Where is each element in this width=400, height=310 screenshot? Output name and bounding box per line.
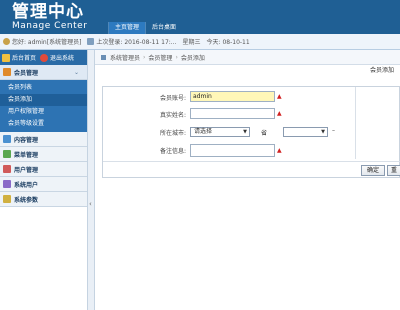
system-user-icon [3, 180, 11, 188]
breadcrumb-icon [101, 54, 106, 60]
realname-label: 真实姓名: [159, 112, 186, 119]
menu-group-members[interactable]: 会员管理 ⌄ [0, 65, 87, 80]
submenu-members: 会员列表 会员添加 用户权限管理 会员等级设置 [0, 80, 87, 132]
province-select-value: 请选择 [194, 128, 213, 135]
breadcrumb-item: 会员添加 [180, 54, 205, 62]
menu-group-system-users[interactable]: 系统用户 [0, 177, 87, 192]
members-icon [3, 68, 11, 76]
chevron-down-icon: ⌄ [73, 68, 79, 76]
status-week: 星期三 [182, 39, 201, 46]
menu-group-users[interactable]: 用户管理 [0, 162, 87, 177]
form-row-remark: 备注信息: ▲ [103, 141, 400, 159]
home-icon [2, 53, 10, 62]
menu-group-system-params[interactable]: 系统参数 [0, 192, 87, 207]
sidebar-collapse-bar[interactable]: ‹ [87, 50, 95, 310]
status-last-login: 上次登录: 2016-08-11 17:... [87, 37, 177, 46]
username-input[interactable] [190, 91, 275, 102]
brand-title-en: Manage Center [12, 21, 88, 31]
brand-logo: 管理中心 Manage Center [12, 3, 87, 31]
content-icon [3, 135, 11, 143]
member-form: 会员账号: ▲ 真实姓名: ▲ 所在城市: 请选择 ▼ 省 ▼ – 备注信息: [102, 86, 400, 178]
menu-group-label: 系统用户 [14, 181, 39, 189]
quick-bar: 后台首页 退出系统 [0, 50, 87, 65]
province-suffix: 省 [261, 130, 268, 137]
remark-label: 备注信息: [159, 148, 186, 155]
menu-group-label: 系统参数 [14, 196, 39, 204]
menu-icon [3, 150, 11, 158]
status-today: 今天: 08-10-11 [206, 39, 250, 46]
user-icon [3, 38, 10, 45]
menu-group-menus[interactable]: 菜单管理 [0, 147, 87, 162]
users-icon [3, 165, 11, 173]
breadcrumb-item[interactable]: 会员管理 [148, 53, 172, 62]
city-select[interactable]: ▼ [283, 127, 328, 137]
settings-icon [3, 195, 11, 203]
realname-input[interactable] [190, 108, 275, 119]
breadcrumb-item[interactable]: 系统管理员 [110, 53, 140, 62]
menu-group-label: 用户管理 [14, 166, 39, 174]
form-row-region: 所在城市: 请选择 ▼ 省 ▼ – [103, 123, 400, 141]
chevron-down-icon: ▼ [321, 129, 325, 135]
sidebar-item-member-add[interactable]: 会员添加 [0, 94, 87, 106]
menu-group-label: 会员管理 [14, 69, 39, 77]
top-nav-desktop[interactable]: 后台桌面 [145, 22, 182, 34]
calendar-icon [87, 38, 95, 45]
required-marker: ▲ [277, 110, 282, 117]
top-nav-home[interactable]: 主页管理 [108, 22, 146, 34]
submit-button[interactable]: 确定 [361, 165, 386, 176]
breadcrumb-separator: › [175, 53, 178, 61]
home-button-label: 后台首页 [12, 55, 37, 62]
sidebar-item-member-levels[interactable]: 会员等级设置 [0, 118, 87, 130]
top-nav: 主页管理 后台桌面 [108, 22, 182, 34]
form-row-username: 会员账号: ▲ [103, 88, 400, 106]
chevron-down-icon: ▼ [243, 129, 247, 135]
reset-button[interactable]: 重置 [387, 165, 400, 176]
chevron-left-icon: ‹ [89, 200, 92, 208]
region-label: 所在城市: [159, 130, 186, 137]
status-user: 您好: admin[系统管理员] [3, 37, 81, 46]
region-dash: – [332, 127, 335, 134]
required-marker: ▲ [277, 93, 282, 100]
logout-button-label: 退出系统 [50, 55, 75, 62]
main-content: 系统管理员 › 会员管理 › 会员添加 会员添加 会员账号: ▲ 真实姓名: ▲… [95, 50, 400, 310]
sidebar-item-member-list[interactable]: 会员列表 [0, 82, 87, 94]
menu-group-content[interactable]: 内容管理 [0, 132, 87, 147]
menu-group-label: 菜单管理 [14, 151, 39, 159]
breadcrumb-separator: › [143, 53, 146, 61]
brand-title-cn: 管理中心 [12, 2, 84, 22]
app-header: 管理中心 Manage Center 主页管理 后台桌面 [0, 0, 400, 34]
status-user-text: 您好: admin[系统管理员] [12, 39, 82, 46]
logout-button[interactable]: 退出系统 [40, 53, 74, 62]
status-bar: 您好: admin[系统管理员] 上次登录: 2016-08-11 17:...… [0, 34, 400, 50]
exit-icon [40, 53, 49, 62]
sidebar-item-permissions[interactable]: 用户权限管理 [0, 106, 87, 118]
form-row-realname: 真实姓名: ▲ [103, 105, 400, 123]
home-button[interactable]: 后台首页 [2, 53, 36, 62]
menu-group-label: 内容管理 [14, 136, 39, 144]
breadcrumb: 系统管理员 › 会员管理 › 会员添加 [95, 50, 400, 65]
username-label: 会员账号: [159, 95, 186, 102]
status-last-login-text: 上次登录: 2016-08-11 17:... [96, 39, 177, 46]
form-actions: 确定 重置 [103, 161, 400, 179]
province-select[interactable]: 请选择 ▼ [190, 127, 250, 137]
remark-input[interactable] [190, 144, 275, 157]
required-marker: ▲ [277, 147, 282, 154]
sidebar: 后台首页 退出系统 会员管理 ⌄ 会员列表 会员添加 用户权限管理 会员等级设置… [0, 50, 87, 310]
page-title: 会员添加 [369, 67, 394, 74]
